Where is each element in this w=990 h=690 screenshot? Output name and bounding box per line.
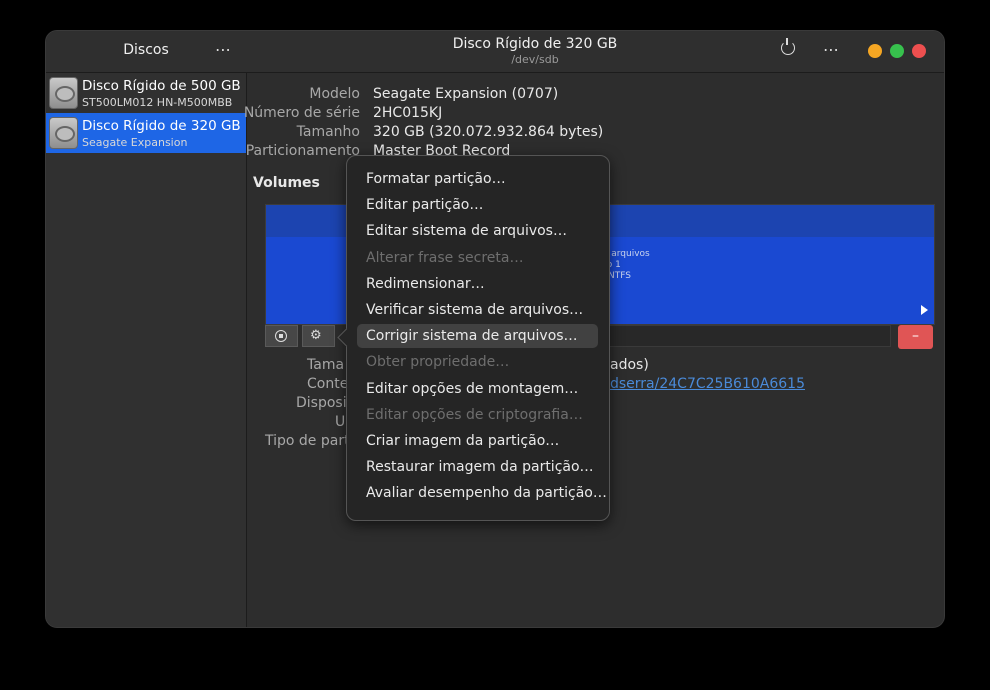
disk-item-500gb[interactable]: Disco Rígido de 500 GB ST500LM012 HN-M50… — [46, 73, 246, 113]
disk-title: Disco Rígido de 320 GB — [452, 36, 618, 52]
disk-name: Disco Rígido de 500 GB — [82, 78, 241, 94]
menu-item[interactable]: Corrigir sistema de arquivos… — [357, 324, 598, 349]
disk-menu-icon[interactable]: ⋯ — [823, 40, 839, 59]
menu-item[interactable]: Redimensionar… — [357, 272, 598, 296]
disk-model: ST500LM012 HN-M500MBB — [82, 96, 233, 109]
disk-name: Disco Rígido de 320 GB — [82, 118, 241, 134]
hard-disk-icon — [49, 77, 78, 109]
detail-size-label: Tama — [307, 357, 345, 373]
menu-item: Alterar frase secreta… — [366, 249, 524, 266]
main-header: Disco Rígido de 320 GB /dev/sdb ⋯ — [246, 31, 944, 73]
detail-device-label: Disposi — [296, 395, 347, 411]
disk-item-320gb[interactable]: Disco Rígido de 320 GB Seagate Expansion — [46, 113, 246, 153]
size-label: Tamanho — [296, 124, 360, 140]
delete-partition-button[interactable]: – — [898, 325, 933, 349]
hard-disk-icon — [49, 117, 78, 149]
menu-item[interactable]: Formatar partição… — [357, 167, 598, 191]
menu-item[interactable]: Editar partição… — [357, 193, 598, 217]
detail-uuid-label: U — [335, 414, 346, 430]
menu-item[interactable]: Editar sistema de arquivos… — [357, 219, 598, 243]
app-window: Discos ⋯ Disco Rígido de 500 GB ST500LM0… — [45, 30, 945, 628]
size-value: 320 GB (320.072.932.864 bytes) — [373, 124, 604, 140]
volumes-title: Volumes — [253, 175, 320, 191]
detail-size-value-tail: ados) — [610, 357, 649, 373]
menu-item: Editar opções de criptografia… — [366, 406, 583, 423]
serial-value: 2HC015KJ — [373, 105, 443, 121]
popover-arrow — [337, 328, 356, 347]
partitioning-label: Particionamento — [245, 143, 360, 159]
menu-item[interactable]: Editar opções de montagem… — [357, 377, 598, 401]
menu-item[interactable]: Criar imagem da partição… — [357, 429, 598, 453]
detail-content-label: Conte — [307, 376, 349, 392]
partition-options-menu: Formatar partição… Editar partição… Editar… — [337, 155, 610, 521]
menu-item[interactable]: Verificar sistema de arquivos… — [357, 298, 598, 322]
disk-model: Seagate Expansion — [82, 136, 188, 149]
gears-icon: ⚙ — [310, 328, 322, 343]
menu-item[interactable]: Restaurar imagem da partição… — [357, 455, 598, 479]
unmount-button[interactable] — [265, 325, 298, 347]
detail-partition-type-label: Tipo de parti — [265, 433, 354, 449]
stop-icon — [275, 330, 287, 342]
sidebar-header: Discos ⋯ — [46, 31, 246, 73]
minimize-button[interactable] — [868, 44, 882, 58]
mount-point-link[interactable]: dserra/24C7C25B610A6615 — [610, 376, 805, 392]
model-value: Seagate Expansion (0707) — [373, 86, 559, 102]
sidebar: Discos ⋯ Disco Rígido de 500 GB ST500LM0… — [46, 31, 247, 627]
sidebar-menu-icon[interactable]: ⋯ — [215, 40, 232, 59]
disk-device-path: /dev/sdb — [511, 53, 559, 66]
close-button[interactable] — [912, 44, 926, 58]
serial-label: Número de série — [243, 105, 360, 121]
partition-options-button[interactable]: ⚙ — [302, 325, 335, 347]
power-icon[interactable] — [781, 38, 795, 55]
maximize-button[interactable] — [890, 44, 904, 58]
model-label: Modelo — [309, 86, 360, 102]
play-arrow-icon[interactable] — [921, 305, 928, 315]
menu-item: Obter propriedade… — [366, 354, 510, 371]
menu-item[interactable]: Avaliar desempenho da partição… — [357, 481, 607, 505]
